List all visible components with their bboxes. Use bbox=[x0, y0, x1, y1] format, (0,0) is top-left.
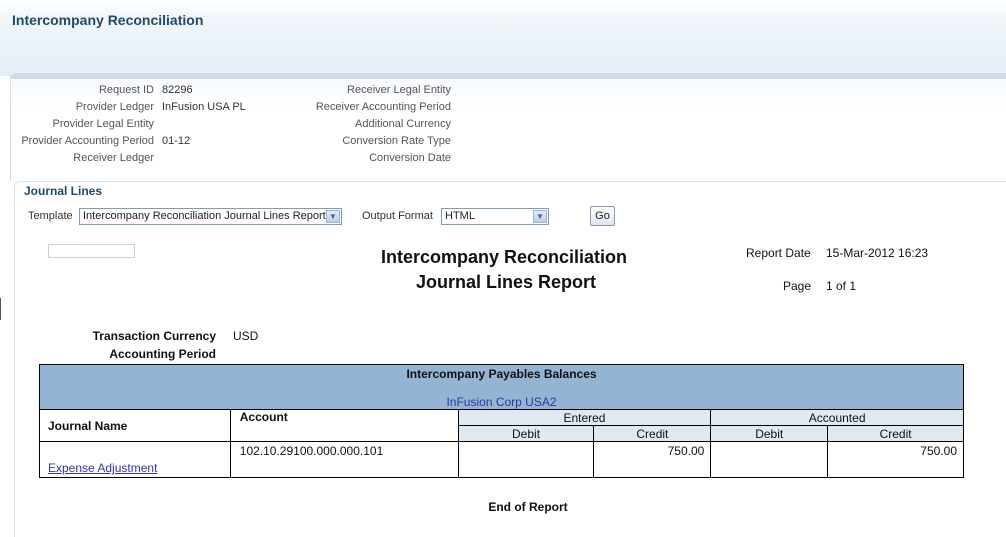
section-header-cell: Intercompany Payables Balances InFusion … bbox=[39, 364, 964, 410]
page-title: Intercompany Reconciliation bbox=[12, 12, 204, 28]
provider-accounting-period-label: Provider Accounting Period bbox=[21, 135, 154, 147]
col-entered: Entered bbox=[457, 409, 712, 426]
request-id-value: 82296 bbox=[162, 84, 193, 96]
entered-credit-cell: 750.00 bbox=[593, 441, 712, 478]
page-label: Page bbox=[783, 279, 812, 293]
output-format-select[interactable]: HTML ▼ bbox=[441, 208, 549, 225]
entered-debit-cell bbox=[457, 441, 595, 478]
additional-currency-label: Additional Currency bbox=[355, 118, 451, 130]
report-frame-input[interactable] bbox=[48, 244, 135, 258]
end-of-report: End of Report bbox=[488, 500, 568, 514]
receiver-legal-entity-label: Receiver Legal Entity bbox=[347, 84, 451, 96]
journal-name-link[interactable]: Expense Adjustment bbox=[48, 461, 157, 475]
request-id-label: Request ID bbox=[98, 84, 154, 96]
journal-name-cell: Expense Adjustment bbox=[39, 441, 231, 478]
provider-ledger-label: Provider Ledger bbox=[75, 101, 154, 113]
transaction-currency-label: Transaction Currency bbox=[92, 329, 216, 343]
report-table: Intercompany Payables Balances InFusion … bbox=[39, 364, 964, 478]
report-date-value: 15-Mar-2012 16:23 bbox=[826, 246, 929, 260]
page-value: 1 of 1 bbox=[826, 279, 857, 293]
col-entered-credit: Credit bbox=[593, 425, 712, 442]
section-title: Intercompany Payables Balances bbox=[406, 367, 597, 381]
conversion-date-label: Conversion Date bbox=[369, 152, 451, 164]
col-accounted-credit: Credit bbox=[827, 425, 964, 442]
table-row: Expense Adjustment 102.10.29100.000.000.… bbox=[39, 441, 964, 478]
column-header-row: Journal Name Account Entered Accounted bbox=[39, 409, 964, 442]
col-entered-debit: Debit bbox=[457, 425, 595, 442]
output-format-label: Output Format bbox=[362, 210, 433, 222]
provider-legal-entity-label: Provider Legal Entity bbox=[52, 118, 155, 130]
template-select-value: Intercompany Reconciliation Journal Line… bbox=[83, 210, 326, 222]
template-select[interactable]: Intercompany Reconciliation Journal Line… bbox=[79, 208, 342, 225]
transaction-currency-value: USD bbox=[233, 329, 259, 343]
receiver-ledger-label: Receiver Ledger bbox=[73, 152, 154, 164]
output-format-select-value: HTML bbox=[445, 210, 475, 222]
col-accounted-debit: Debit bbox=[710, 425, 829, 442]
journal-lines-title: Journal Lines bbox=[24, 184, 103, 198]
col-account: Account bbox=[229, 409, 459, 442]
section-header-row: Intercompany Payables Balances InFusion … bbox=[39, 364, 964, 410]
col-journal-name: Journal Name bbox=[39, 409, 231, 442]
receiver-accounting-period-label: Receiver Accounting Period bbox=[315, 101, 451, 113]
accounted-credit-cell: 750.00 bbox=[827, 441, 964, 478]
section-entity: InFusion Corp USA2 bbox=[446, 395, 557, 409]
col-accounted: Accounted bbox=[710, 409, 964, 426]
go-button[interactable]: Go bbox=[590, 206, 615, 226]
chevron-down-icon[interactable]: ▼ bbox=[533, 210, 547, 223]
chevron-down-icon[interactable]: ▼ bbox=[326, 210, 340, 223]
provider-accounting-period-value: 01-12 bbox=[162, 135, 191, 147]
conversion-rate-type-label: Conversion Rate Type bbox=[342, 135, 451, 147]
accounted-debit-cell bbox=[710, 441, 829, 478]
request-info-panel bbox=[10, 79, 1006, 181]
accounting-period-label: Accounting Period bbox=[109, 347, 216, 361]
scroll-edge-marker bbox=[0, 298, 3, 320]
report-date-label: Report Date bbox=[746, 246, 811, 260]
account-cell: 102.10.29100.000.000.101 bbox=[229, 441, 459, 478]
provider-ledger-value: InFusion USA PL bbox=[162, 101, 246, 113]
template-label: Template bbox=[28, 210, 73, 222]
report-title-line2: Journal Lines Report bbox=[415, 272, 597, 292]
report-title-line1: Intercompany Reconciliation bbox=[380, 247, 628, 267]
